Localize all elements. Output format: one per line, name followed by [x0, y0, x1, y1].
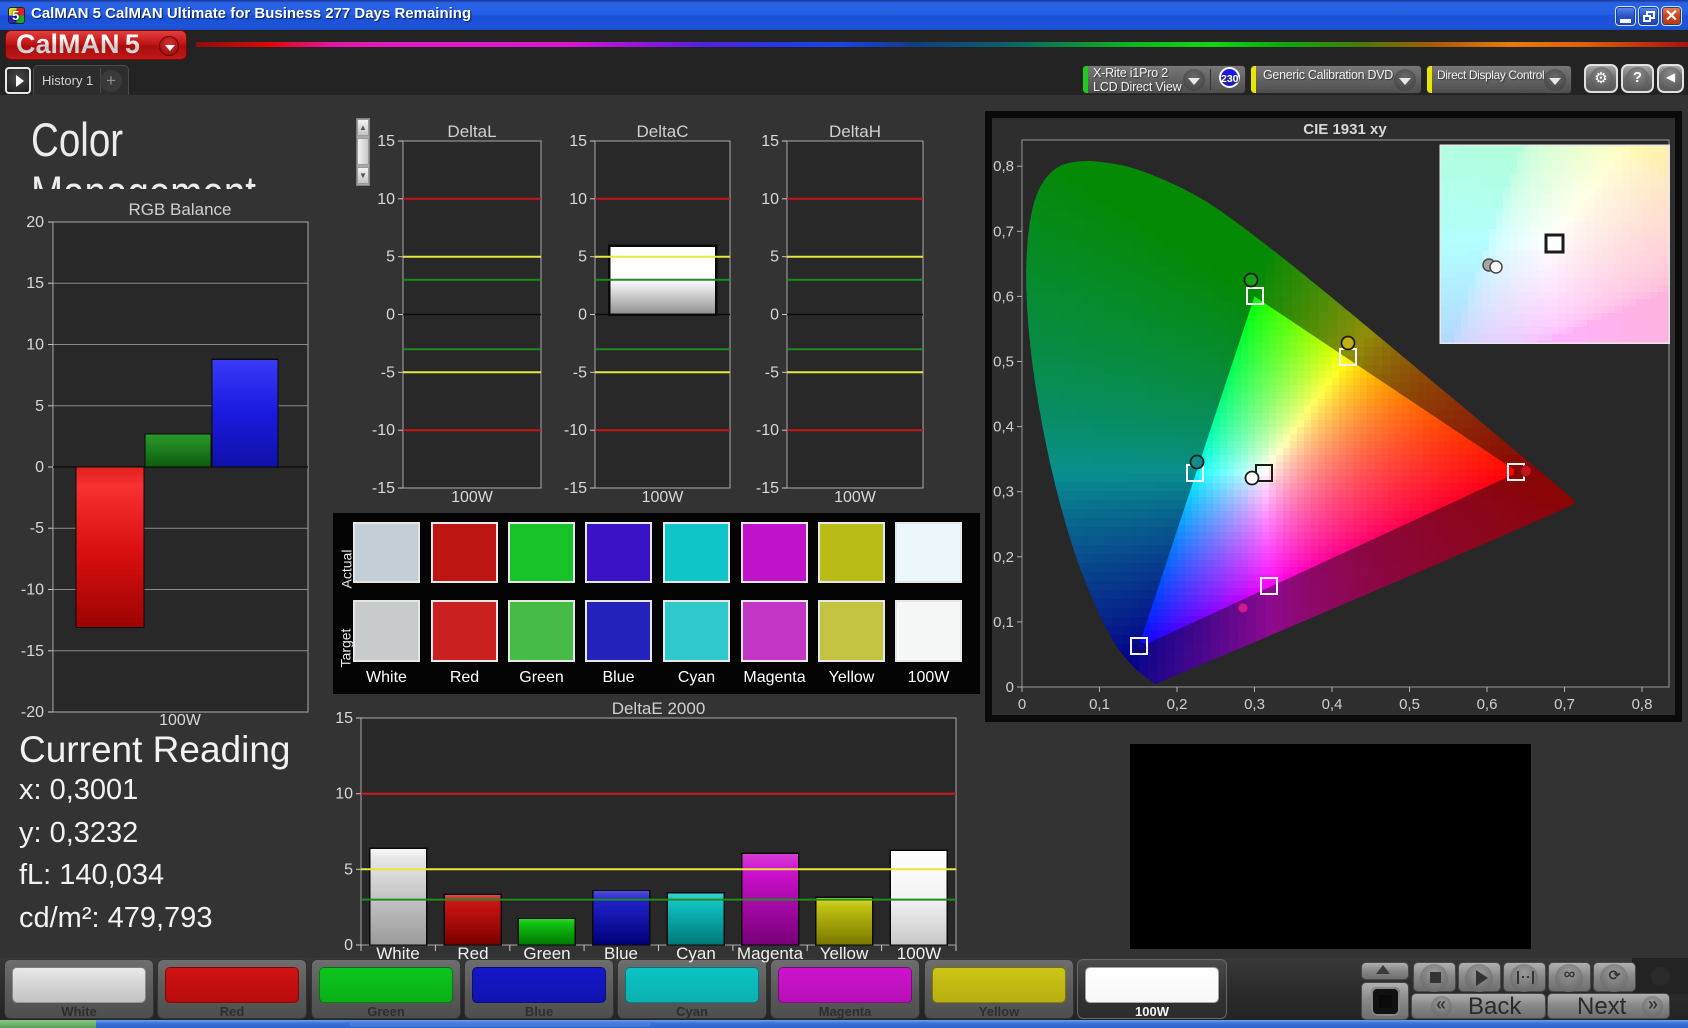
svg-text:0,2: 0,2 [993, 549, 1014, 566]
svg-text:10: 10 [569, 191, 587, 208]
svg-text:0,2: 0,2 [1167, 696, 1188, 713]
svg-text:Cyan: Cyan [676, 944, 716, 963]
svg-text:15: 15 [569, 133, 587, 150]
svg-text:0,6: 0,6 [1477, 696, 1498, 713]
svg-text:10: 10 [335, 786, 353, 803]
svg-text:-10: -10 [372, 422, 395, 439]
svg-text:100W: 100W [897, 944, 941, 963]
svg-text:0,7: 0,7 [993, 223, 1014, 240]
svg-text:-10: -10 [21, 582, 44, 599]
svg-text:5: 5 [770, 249, 779, 266]
svg-text:0,7: 0,7 [1554, 696, 1575, 713]
svg-text:CIE 1931 xy: CIE 1931 xy [1303, 121, 1387, 138]
svg-text:0: 0 [770, 307, 779, 324]
svg-text:0,3: 0,3 [993, 484, 1014, 501]
svg-text:100W: 100W [834, 489, 877, 506]
svg-text:DeltaC: DeltaC [637, 122, 689, 141]
svg-text:Red: Red [457, 944, 488, 963]
svg-text:0,5: 0,5 [993, 354, 1014, 371]
svg-text:Magenta: Magenta [737, 944, 804, 963]
svg-text:-5: -5 [765, 364, 779, 381]
svg-text:15: 15 [377, 133, 395, 150]
svg-text:5: 5 [386, 249, 395, 266]
svg-text:-5: -5 [381, 364, 395, 381]
svg-text:DeltaH: DeltaH [829, 122, 881, 141]
svg-text:0,4: 0,4 [993, 419, 1014, 436]
svg-text:-15: -15 [756, 480, 779, 497]
svg-text:15: 15 [761, 133, 779, 150]
svg-text:0,8: 0,8 [993, 158, 1014, 175]
svg-text:White: White [376, 944, 419, 963]
svg-text:0: 0 [344, 937, 353, 954]
svg-text:0,1: 0,1 [993, 614, 1014, 631]
svg-text:DeltaE 2000: DeltaE 2000 [612, 699, 706, 718]
svg-text:0,4: 0,4 [1322, 696, 1343, 713]
svg-text:15: 15 [335, 710, 353, 727]
svg-text:5: 5 [578, 249, 587, 266]
svg-text:-15: -15 [564, 480, 587, 497]
svg-text:-10: -10 [564, 422, 587, 439]
svg-text:0: 0 [1006, 679, 1014, 696]
svg-text:100W: 100W [642, 489, 685, 506]
svg-text:0,5: 0,5 [1399, 696, 1420, 713]
svg-text:Yellow: Yellow [820, 944, 869, 963]
svg-text:100W: 100W [451, 489, 494, 506]
svg-text:-10: -10 [756, 422, 779, 439]
svg-text:DeltaL: DeltaL [447, 122, 496, 141]
svg-text:-15: -15 [372, 480, 395, 497]
svg-text:0,8: 0,8 [1632, 696, 1653, 713]
svg-text:0,1: 0,1 [1089, 696, 1110, 713]
svg-text:0: 0 [1018, 696, 1026, 713]
svg-text:-5: -5 [573, 364, 587, 381]
svg-text:0,6: 0,6 [993, 288, 1014, 305]
svg-text:0,3: 0,3 [1244, 696, 1265, 713]
svg-text:Blue: Blue [604, 944, 638, 963]
svg-text:-15: -15 [21, 643, 44, 660]
svg-text:0: 0 [386, 307, 395, 324]
svg-text:10: 10 [761, 191, 779, 208]
svg-text:10: 10 [377, 191, 395, 208]
svg-text:5: 5 [344, 861, 353, 878]
svg-text:0: 0 [578, 307, 587, 324]
svg-text:Green: Green [523, 944, 570, 963]
